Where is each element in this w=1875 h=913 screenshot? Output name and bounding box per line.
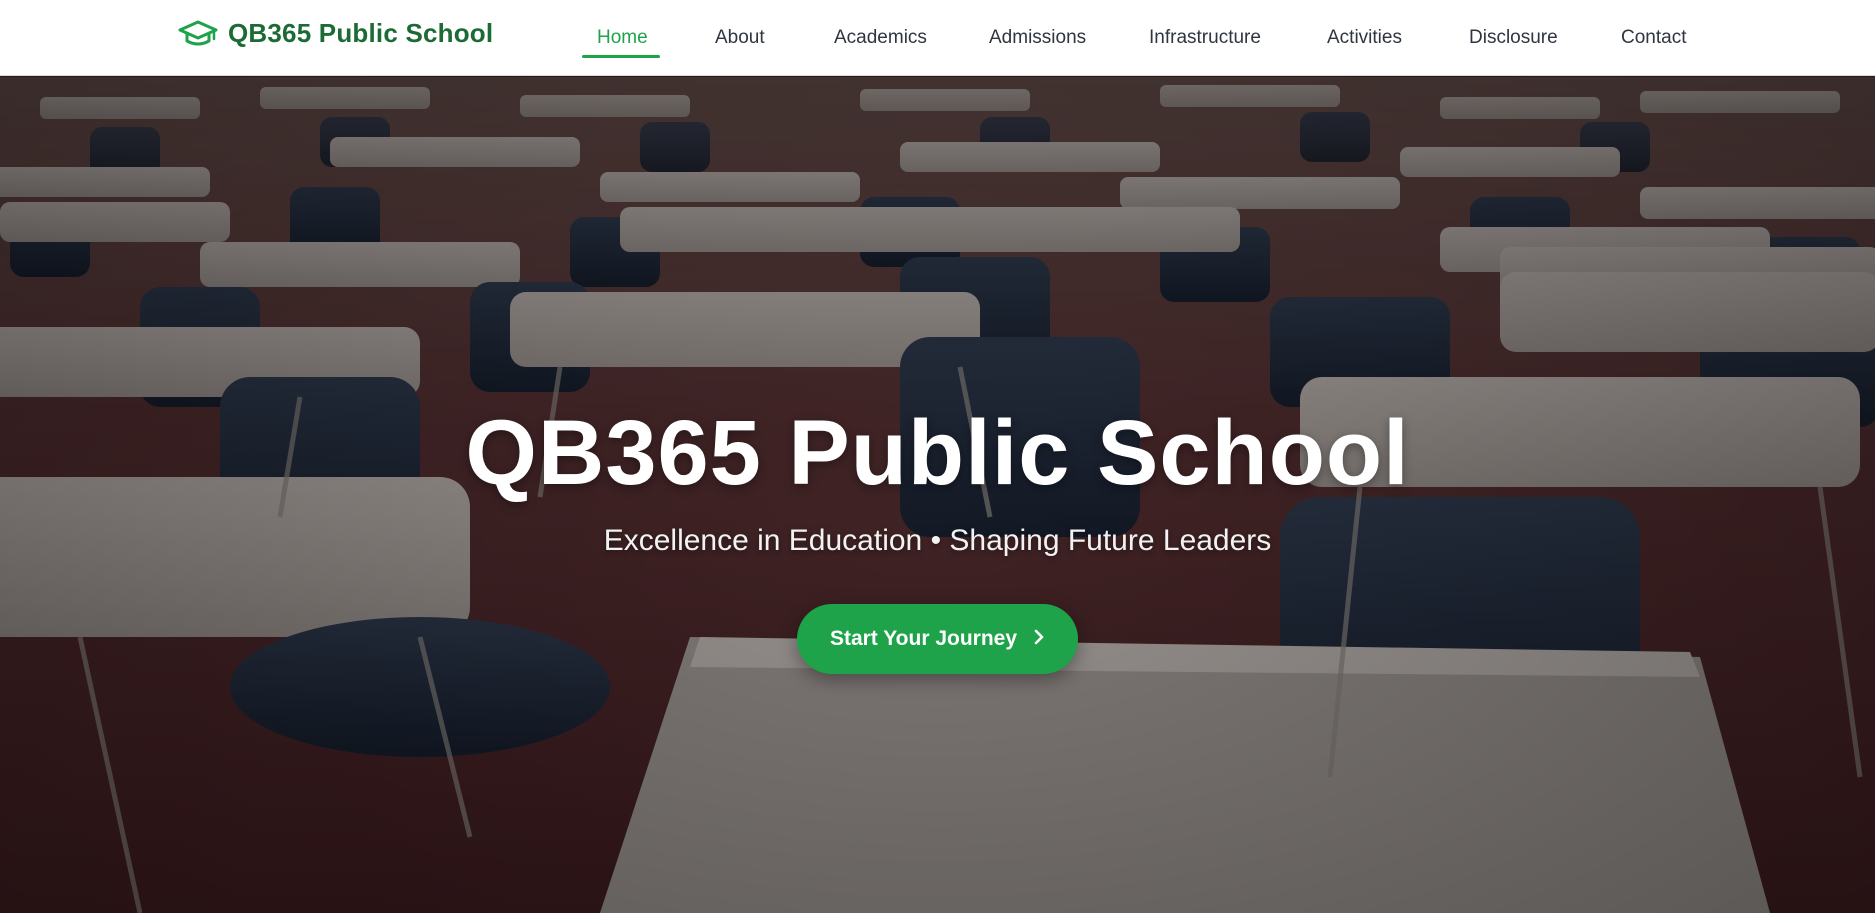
- nav-contact[interactable]: Contact: [1621, 24, 1686, 54]
- hero-title: QB365 Public School: [465, 402, 1410, 504]
- cta-label: Start Your Journey: [829, 627, 1018, 650]
- nav-infrastructure[interactable]: Infrastructure: [1149, 24, 1261, 54]
- nav-activities[interactable]: Activities: [1327, 24, 1402, 54]
- hero-subtitle: Excellence in Education • Shaping Future…: [603, 524, 1272, 557]
- nav-academics[interactable]: Academics: [834, 24, 927, 54]
- chevron-right-icon: [1033, 628, 1045, 650]
- nav-active-indicator: [582, 55, 660, 58]
- start-journey-button[interactable]: Start Your Journey: [797, 604, 1078, 674]
- top-navbar: QB365 Public School Home About Academics…: [0, 0, 1875, 76]
- hero-section: QB365 Public School Excellence in Educat…: [0, 77, 1875, 913]
- nav-home[interactable]: Home: [597, 24, 648, 54]
- nav-disclosure[interactable]: Disclosure: [1469, 24, 1558, 54]
- main-nav: Home About Academics Admissions Infrastr…: [0, 0, 1875, 76]
- nav-admissions[interactable]: Admissions: [989, 24, 1086, 54]
- nav-about[interactable]: About: [715, 24, 765, 54]
- hero-content: QB365 Public School Excellence in Educat…: [0, 77, 1875, 913]
